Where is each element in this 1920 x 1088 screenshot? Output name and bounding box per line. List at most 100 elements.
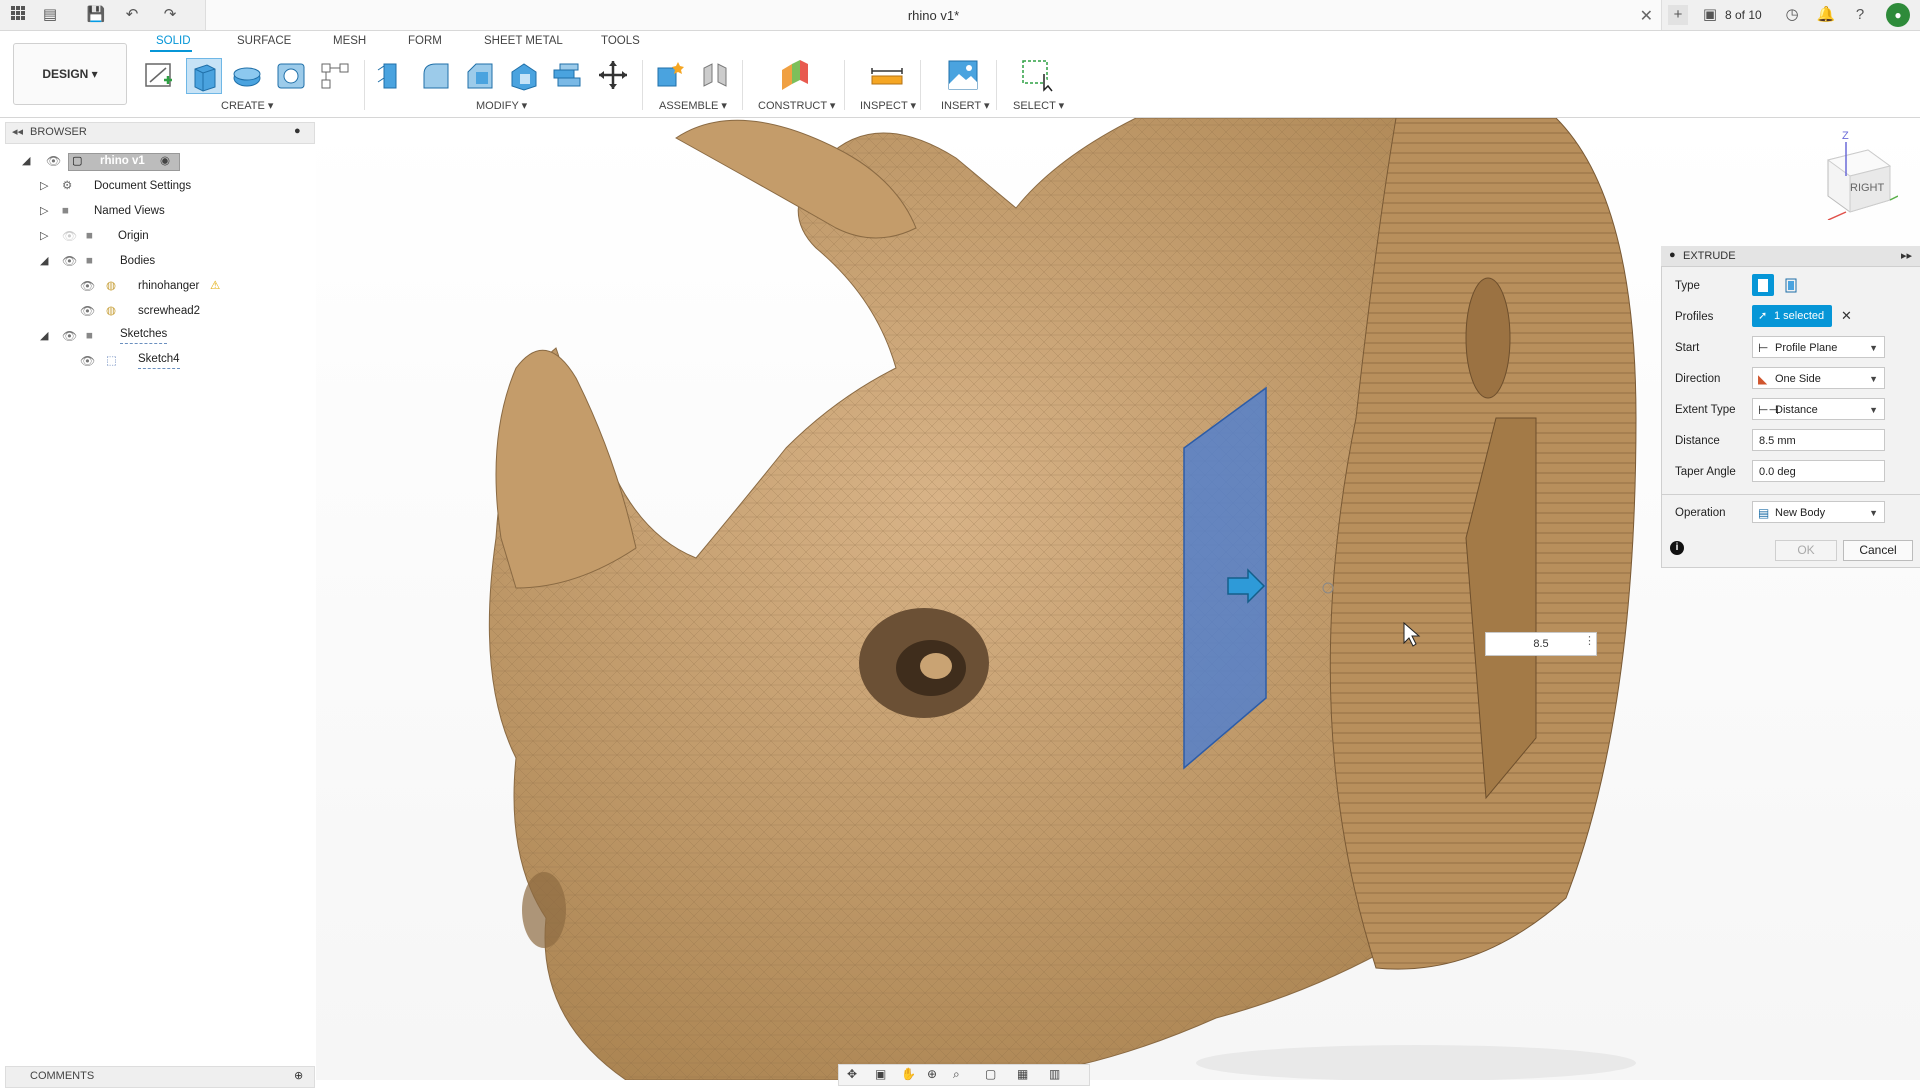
tab-mesh[interactable]: MESH: [333, 35, 366, 47]
tree-item-named-views[interactable]: ▷ ■ Named Views: [40, 200, 240, 222]
measure-icon[interactable]: [870, 58, 904, 92]
insert-group-label[interactable]: INSERT ▾: [941, 99, 990, 112]
joint-icon[interactable]: [698, 58, 732, 92]
tree-item-sketch4[interactable]: 👁 ⬚ Sketch4: [80, 350, 280, 372]
expand-triangle-icon[interactable]: ▷: [40, 175, 48, 197]
tree-item-bodies[interactable]: ◢ 👁 ■ Bodies: [40, 250, 240, 272]
hidden-eye-icon[interactable]: 👁: [62, 225, 77, 247]
ok-button[interactable]: OK: [1775, 540, 1837, 561]
display-settings-icon[interactable]: ▢: [985, 1067, 996, 1081]
clock-icon[interactable]: ◷: [1782, 5, 1802, 25]
inspect-group-label[interactable]: INSPECT ▾: [860, 99, 916, 112]
offset-plane-icon[interactable]: [778, 58, 812, 92]
tab-form[interactable]: FORM: [408, 35, 442, 47]
tree-item-origin[interactable]: ▷ 👁 ■ Origin: [40, 225, 240, 247]
expand-dialog-icon[interactable]: ▸▸: [1901, 249, 1912, 262]
warning-icon[interactable]: ⚠: [210, 275, 220, 297]
construct-group-label[interactable]: CONSTRUCT ▾: [758, 99, 835, 112]
view-cube[interactable]: Z RIGHT: [1818, 130, 1899, 221]
undo-icon[interactable]: ↶: [122, 5, 142, 25]
grid-icon[interactable]: ▦: [1017, 1067, 1028, 1081]
insert-canvas-icon[interactable]: [946, 58, 980, 92]
app-grid-icon[interactable]: [8, 5, 28, 25]
expand-triangle-icon[interactable]: ▷: [40, 225, 48, 247]
tree-item-rhinohanger[interactable]: 👁 ◍ rhinohanger ⚠: [80, 275, 280, 297]
fillet-icon[interactable]: [418, 58, 452, 92]
extrude-icon[interactable]: [186, 58, 222, 94]
pattern-icon[interactable]: [318, 58, 352, 92]
direction-dropdown[interactable]: ◣ One Side ▼: [1752, 367, 1885, 389]
pan-icon[interactable]: ✋: [901, 1067, 916, 1081]
start-dropdown[interactable]: ⊢ Profile Plane ▼: [1752, 336, 1885, 358]
operation-dropdown[interactable]: ▤ New Body ▼: [1752, 501, 1885, 523]
create-group-label[interactable]: CREATE ▾: [221, 99, 273, 112]
press-pull-icon[interactable]: [374, 58, 408, 92]
panel-options-icon[interactable]: ●: [294, 125, 301, 137]
profiles-selection-button[interactable]: ➚ 1 selected: [1752, 305, 1832, 327]
notification-icon[interactable]: 🔔: [1816, 5, 1836, 25]
extrude-dialog-header[interactable]: ● EXTRUDE ▸▸: [1661, 246, 1920, 267]
viewports-icon[interactable]: ▥: [1049, 1067, 1060, 1081]
visibility-eye-icon[interactable]: 👁: [62, 325, 77, 347]
tab-tools[interactable]: TOOLS: [601, 35, 640, 47]
shell-icon[interactable]: [506, 58, 540, 92]
collapse-triangle-icon[interactable]: ◢: [22, 150, 30, 172]
tab-surface[interactable]: SURFACE: [237, 35, 291, 47]
activate-radio-icon[interactable]: ◉: [160, 150, 170, 172]
extent-type-dropdown[interactable]: ⊢⊣ Distance ▼: [1752, 398, 1885, 420]
chamfer-icon[interactable]: [462, 58, 496, 92]
collapse-triangle-icon[interactable]: ◢: [40, 325, 48, 347]
workspace-switcher-button[interactable]: DESIGN ▾: [13, 43, 127, 105]
tree-item-document-settings[interactable]: ▷ ⚙ Document Settings: [40, 175, 240, 197]
job-status-icon[interactable]: ▣: [1700, 5, 1720, 25]
taper-angle-field[interactable]: 0.0 deg: [1752, 460, 1885, 482]
tab-solid[interactable]: SOLID: [156, 35, 191, 47]
zoom-icon[interactable]: ⊕: [927, 1067, 937, 1081]
add-comment-icon[interactable]: ⊕: [294, 1069, 303, 1082]
visibility-eye-icon[interactable]: 👁: [80, 350, 95, 372]
visibility-eye-icon[interactable]: 👁: [62, 250, 77, 272]
select-window-icon[interactable]: [1020, 58, 1054, 92]
new-tab-icon[interactable]: +: [1668, 5, 1688, 25]
new-component-icon[interactable]: [652, 58, 686, 92]
help-icon[interactable]: ?: [1850, 5, 1870, 25]
clear-selection-icon[interactable]: ✕: [1841, 308, 1852, 324]
assemble-group-label[interactable]: ASSEMBLE ▾: [659, 99, 727, 112]
input-options-icon[interactable]: ⋮: [1584, 634, 1595, 647]
look-at-icon[interactable]: ▣: [875, 1067, 886, 1081]
comments-panel-header[interactable]: COMMENTS ⊕: [5, 1066, 315, 1088]
type-thin-button[interactable]: [1780, 274, 1802, 296]
create-sketch-icon[interactable]: [142, 58, 176, 92]
user-avatar[interactable]: ●: [1886, 3, 1910, 27]
document-tab[interactable]: rhino v1* ✕: [205, 0, 1662, 30]
tree-item-screwhead2[interactable]: 👁 ◍ screwhead2: [80, 300, 280, 322]
visibility-eye-icon[interactable]: 👁: [80, 300, 95, 322]
combine-icon[interactable]: [550, 58, 584, 92]
expand-triangle-icon[interactable]: ▷: [40, 200, 48, 222]
move-icon[interactable]: [596, 58, 630, 92]
save-icon[interactable]: 💾: [86, 5, 106, 25]
info-icon[interactable]: i: [1670, 541, 1684, 555]
select-group-label[interactable]: SELECT ▾: [1013, 99, 1064, 112]
visibility-eye-icon[interactable]: 👁: [46, 150, 61, 172]
tree-item-sketches[interactable]: ◢ 👁 ■ Sketches: [40, 325, 240, 347]
collapse-triangle-icon[interactable]: ◢: [40, 250, 48, 272]
tree-root[interactable]: ◢ 👁 ▢ rhino v1 ◉: [20, 150, 210, 172]
operation-label: Operation: [1675, 507, 1726, 519]
canvas-distance-input[interactable]: 8.5: [1485, 632, 1597, 656]
file-menu-icon[interactable]: ▤: [40, 5, 60, 25]
revolve-icon[interactable]: [230, 58, 264, 92]
visibility-eye-icon[interactable]: 👁: [80, 275, 95, 297]
close-tab-icon[interactable]: ✕: [1640, 6, 1653, 26]
cancel-button[interactable]: Cancel: [1843, 540, 1913, 561]
tab-sheet-metal[interactable]: SHEET METAL: [484, 35, 563, 47]
tab-count[interactable]: 8 of 10: [1725, 8, 1762, 22]
type-solid-button[interactable]: [1752, 274, 1774, 296]
hole-icon[interactable]: [274, 58, 308, 92]
modify-group-label[interactable]: MODIFY ▾: [476, 99, 527, 112]
collapse-panel-icon[interactable]: ◂◂: [12, 125, 23, 138]
orbit-icon[interactable]: ✥: [847, 1067, 857, 1081]
browser-header[interactable]: ◂◂ BROWSER ●: [5, 122, 315, 144]
redo-icon[interactable]: ↷: [160, 5, 180, 25]
distance-field[interactable]: 8.5 mm: [1752, 429, 1885, 451]
